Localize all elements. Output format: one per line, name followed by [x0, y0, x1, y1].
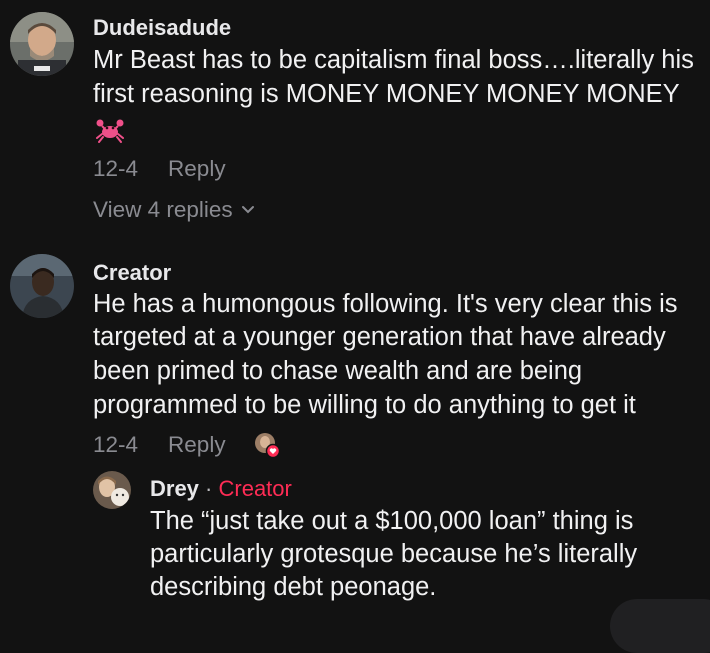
- comment-dudeisadude: Dudeisadude Mr Beast has to be capitalis…: [0, 0, 710, 240]
- comment-section: { "comments": [ { "username": "Dudeisadu…: [0, 0, 710, 653]
- creator-badge: Creator: [218, 476, 292, 501]
- comment-text-line: been primed to chase wealth and are bein…: [93, 357, 583, 385]
- avatar-dudeisadude[interactable]: [10, 12, 74, 76]
- reply-text-line: The “just take out a $100,000 loan” thin…: [150, 507, 634, 535]
- comment-date: 12-4: [93, 432, 139, 457]
- reply-text-line: particularly grotesque because he’s lite…: [150, 540, 638, 568]
- crab-icon: [96, 119, 124, 143]
- comment-creator: Creator He has a humongous following. It…: [0, 240, 710, 613]
- avatar-drey[interactable]: [93, 471, 131, 509]
- reply-button[interactable]: Reply: [168, 156, 226, 181]
- comment-date: 12-4: [93, 156, 139, 181]
- comment-text-line: He has a humongous following. It's very …: [93, 290, 678, 318]
- comment-text-line: first reasoning is MONEY MONEY MONEY MON…: [93, 80, 680, 108]
- comment-text-line: programmed to be willing to do anything …: [93, 391, 636, 419]
- view-replies-label: View 4 replies: [93, 197, 233, 222]
- separator-dot: ·: [205, 476, 213, 501]
- comment-text-line: targeted at a younger generation that ha…: [93, 323, 666, 351]
- chevron-down-icon: [241, 205, 254, 213]
- floating-input-edge: [610, 599, 710, 653]
- comment-meta: 12-4 Reply: [93, 432, 226, 458]
- comment-username[interactable]: Creator: [93, 260, 171, 286]
- comment-username[interactable]: Dudeisadude: [93, 15, 231, 41]
- reply-button[interactable]: Reply: [168, 432, 226, 457]
- view-replies-button[interactable]: View 4 replies: [93, 197, 255, 223]
- comment-text-line: Mr Beast has to be capitalism final boss…: [93, 46, 694, 74]
- avatar-creator[interactable]: [10, 254, 74, 318]
- reply-username-row: Drey · Creator: [150, 476, 292, 502]
- comment-meta: 12-4 Reply: [93, 156, 226, 182]
- reply-text-line: describing debt peonage.: [150, 573, 437, 601]
- liked-by-creator-icon: [255, 433, 280, 458]
- reply-username[interactable]: Drey: [150, 476, 199, 501]
